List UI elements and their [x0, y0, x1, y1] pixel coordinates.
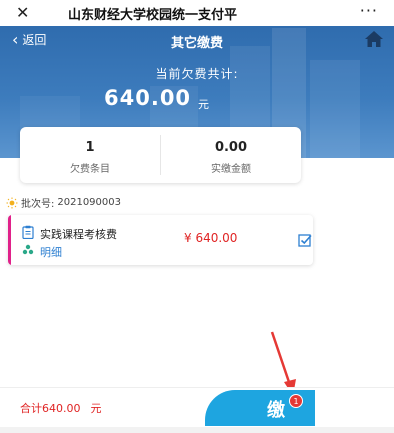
- summary-card: 1 欠费条目 0.00 实缴金额: [20, 127, 301, 183]
- more-icon[interactable]: ···: [360, 1, 378, 20]
- summary-value: 0.00: [214, 140, 248, 155]
- cart-count-badge: 1: [289, 394, 303, 408]
- detail-icon: [22, 244, 34, 255]
- batch-value: 2021090003: [57, 197, 121, 208]
- total-label: 合计640.00: [20, 402, 81, 415]
- checkout-bar: 合计640.00 元 缴 1: [0, 387, 394, 427]
- close-icon[interactable]: ✕: [16, 3, 29, 22]
- top-bar: ✕ 山东财经大学校园统一支付平 ···: [0, 0, 394, 26]
- home-icon[interactable]: [364, 30, 384, 48]
- total-amount: 合计640.00 元: [20, 400, 102, 416]
- batch-label: 批次号:: [21, 199, 55, 210]
- summary-paid-amount: 0.00 实缴金额: [160, 135, 301, 175]
- fee-item-card[interactable]: 实践课程考核费 明细 ¥ 640.00: [8, 215, 313, 265]
- total-unit: 元: [90, 402, 102, 415]
- owe-label: 当前欠费共计:: [155, 67, 239, 81]
- owe-unit: 元: [198, 98, 209, 111]
- window-title: 山东财经大学校园统一支付平: [68, 8, 238, 23]
- fee-item-price: ¥ 640.00: [184, 231, 238, 245]
- sun-icon: [6, 197, 18, 208]
- page-title: 其它缴费: [170, 36, 223, 51]
- pay-button[interactable]: 缴 1: [205, 390, 315, 426]
- clipboard-icon: [22, 225, 34, 239]
- fee-item-name: 实践课程考核费: [40, 228, 117, 241]
- pay-label: 缴: [267, 400, 285, 421]
- summary-owed-items: 1 欠费条目: [20, 127, 160, 183]
- fee-item-detail-link[interactable]: 明细: [40, 244, 62, 260]
- batch-number: 批次号: 2021090003: [6, 195, 121, 210]
- owe-amount: 640.00: [104, 86, 192, 110]
- summary-label: 欠费条目: [70, 164, 110, 175]
- bottom-edge: [0, 427, 394, 433]
- checkbox-checked-icon[interactable]: [298, 233, 312, 247]
- summary-value: 1: [85, 140, 95, 155]
- summary-label: 实缴金额: [211, 164, 251, 175]
- fee-item-accent: [8, 215, 11, 265]
